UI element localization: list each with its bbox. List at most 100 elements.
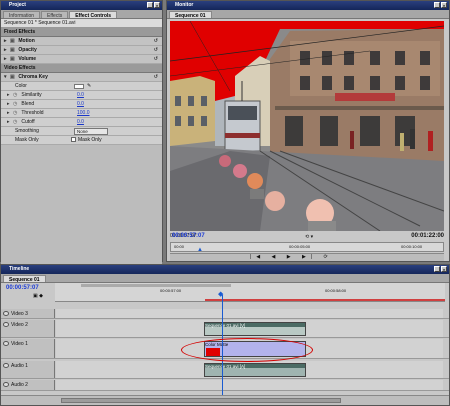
eye-icon[interactable] (3, 311, 9, 317)
effects-window-title: Project (9, 2, 26, 8)
reset-icon[interactable]: ↺ (154, 74, 158, 80)
minimize-icon[interactable]: _ (434, 2, 440, 8)
zoom-bar[interactable] (81, 284, 231, 287)
checkbox-box[interactable] (71, 137, 76, 143)
tab-timeline-sequence[interactable]: Sequence 01 (3, 275, 46, 283)
param-row-blend: ▸ ◷ Blend 0.0 (1, 100, 162, 109)
track-name: Video 2 (11, 322, 28, 328)
param-label: Color (15, 83, 27, 89)
timeline-panel: Timeline _ × Sequence 01 00:00:57:07 ▣ ◆… (0, 264, 450, 406)
param-label: Similarity (21, 92, 42, 98)
effect-row-volume[interactable]: ▸ ▣ Volume ↺ (1, 55, 162, 64)
stopwatch-icon[interactable]: ◷ (13, 101, 20, 107)
minimize-icon[interactable]: _ (147, 2, 153, 8)
reset-icon[interactable]: ↺ (154, 38, 158, 44)
close-icon[interactable]: × (441, 2, 447, 8)
tab-effects[interactable]: Effects (41, 11, 69, 19)
fit-menu-icon[interactable]: ⟲ ▾ (305, 234, 313, 240)
effect-toggle-icon[interactable]: ▣ (10, 47, 17, 53)
cutoff-value[interactable]: 0.0 (77, 119, 84, 125)
clip-audio-1[interactable]: Sequence 01.avi [A] (204, 363, 306, 377)
reset-icon[interactable]: ↺ (154, 56, 158, 62)
effect-name: Opacity (18, 47, 37, 53)
close-icon[interactable]: × (441, 266, 447, 272)
video-effects-header: Video Effects (1, 64, 162, 73)
monitor-window-titlebar[interactable]: Monitor _ × (167, 1, 449, 10)
close-icon[interactable]: × (154, 2, 160, 8)
timeline-window-titlebar[interactable]: Timeline _ × (1, 265, 449, 274)
effect-row-opacity[interactable]: ▸ ▣ Opacity ↺ (1, 46, 162, 55)
track-name: Video 3 (11, 311, 28, 317)
tab-information[interactable]: Information (3, 11, 41, 19)
work-area-bar[interactable] (205, 299, 445, 301)
monitor-tab-bar: Sequence 01 (167, 10, 449, 19)
clip-label: Sequence 01.avi [V] (205, 323, 246, 328)
transport-buttons-icon[interactable]: |◀ ◀ ▶ ▶| ⟳ (250, 254, 333, 260)
track-audio-2: Audio 2 (1, 380, 449, 391)
mask-only-checkbox[interactable]: Mask Only (71, 137, 102, 143)
stopwatch-icon[interactable]: ◷ (13, 110, 20, 116)
ruler-label: 00:00 (174, 244, 185, 249)
param-label: Smoothing (15, 128, 39, 134)
stopwatch-icon[interactable]: ◷ (13, 119, 20, 125)
param-row-mask-only: Mask Only Mask Only (1, 136, 162, 145)
sequence-clip-label: Sequence 01 * Sequence 01.avi (1, 19, 162, 28)
track-video-2: Video 2 Sequence 01.avi [V] (1, 320, 449, 338)
param-row-color: Color ✎ (1, 82, 162, 91)
ruler-label: 00:00:10:00 (401, 244, 423, 249)
minimize-icon[interactable]: _ (434, 266, 440, 272)
effects-tab-bar: Information Effects Effect Controls (1, 10, 162, 19)
track-body[interactable] (56, 380, 443, 390)
ruler-label: 00:00:05:00 (289, 244, 311, 249)
reset-icon[interactable]: ↺ (154, 47, 158, 53)
tab-sequence[interactable]: Sequence 01 (169, 11, 212, 19)
monitor-time-ruler[interactable]: 00:00 00:00:05:00 00:00:10:00 ▲ (170, 242, 444, 253)
eye-icon[interactable] (3, 322, 9, 328)
speaker-icon[interactable] (3, 382, 9, 388)
color-swatch[interactable] (74, 84, 84, 89)
effect-row-motion[interactable]: ▸ ▣ Motion ↺ (1, 37, 162, 46)
smoothing-select[interactable]: None (74, 128, 108, 135)
track-body[interactable] (56, 309, 443, 318)
eyedropper-icon[interactable]: ✎ (87, 83, 91, 89)
transport-controls: |◀ ◀ ▶ ▶| ⟳ (170, 253, 444, 261)
effect-toggle-icon[interactable]: ▣ (10, 74, 17, 80)
duration-timecode: 00:01:22:00 (411, 233, 444, 239)
effect-toggle-icon[interactable]: ▣ (10, 56, 17, 62)
track-name: Video 1 (11, 341, 28, 347)
effect-toggle-icon[interactable]: ▣ (10, 38, 17, 44)
effect-name: Volume (18, 56, 37, 62)
current-timecode-display[interactable]: 00:00:57:07 (172, 233, 205, 239)
track-header: Video 3 (1, 309, 55, 318)
program-video-frame[interactable] (170, 21, 444, 231)
effect-name: Motion (18, 38, 35, 44)
track-body[interactable]: Sequence 01.avi [V] (56, 320, 443, 337)
ruler-label: 00:00:57:00 (160, 288, 182, 293)
param-row-smoothing: Smoothing None (1, 127, 162, 136)
timeline-ruler[interactable]: 00:00:57:00 00:00:58:00 ◆ (55, 283, 445, 302)
param-label: Blend (21, 101, 35, 107)
blend-value[interactable]: 0.0 (77, 101, 84, 107)
eye-icon[interactable] (3, 341, 9, 347)
effect-row-chroma-key[interactable]: ▾ ▣ Chroma Key ↺ (1, 73, 162, 82)
effects-window-titlebar[interactable]: Project _ × (1, 1, 162, 10)
speaker-icon[interactable] (3, 363, 9, 369)
clip-video-2[interactable]: Sequence 01.avi [V] (204, 322, 306, 336)
track-body[interactable]: Sequence 01.avi [A] (56, 361, 443, 378)
track-header: Video 1 (1, 339, 55, 358)
timeline-timecode[interactable]: 00:00:57:07 (6, 285, 39, 291)
param-label: Mask Only (15, 137, 39, 143)
param-row-cutoff: ▸ ◷ Cutoff 0.0 (1, 118, 162, 127)
threshold-value[interactable]: 100.0 (77, 110, 90, 116)
similarity-value[interactable]: 0.0 (77, 92, 84, 98)
snap-toggle-icon[interactable]: ▣ ◆ (33, 293, 43, 299)
timeline-tab-bar: Sequence 01 (1, 274, 449, 283)
track-video-3: Video 3 (1, 309, 449, 319)
tab-effect-controls[interactable]: Effect Controls (69, 11, 118, 19)
track-header: Audio 2 (1, 380, 55, 390)
scrollbar-thumb[interactable] (61, 398, 341, 403)
timeline-scrollbar[interactable] (1, 395, 449, 405)
param-row-similarity: ▸ ◷ Similarity 0.0 (1, 91, 162, 100)
stopwatch-icon[interactable]: ◷ (13, 92, 20, 98)
effect-controls-panel: Project _ × Information Effects Effect C… (0, 0, 163, 405)
